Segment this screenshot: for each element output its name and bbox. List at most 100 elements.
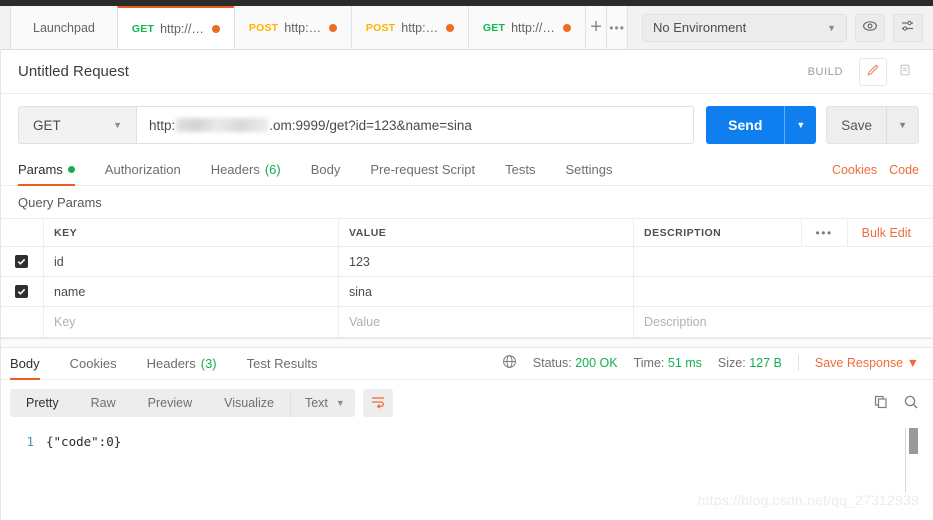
response-body-code[interactable]: 1 {"code":0} xyxy=(0,426,933,504)
row-key-cell[interactable]: id xyxy=(44,247,339,276)
plus-icon: + xyxy=(590,16,602,38)
tab-overflow-button[interactable]: ••• xyxy=(606,6,628,49)
url-input[interactable]: http: .om:9999/get?id=123&name=sina xyxy=(136,106,695,144)
row-description-cell[interactable] xyxy=(634,247,933,276)
globe-icon[interactable] xyxy=(502,354,517,372)
view-mode-visualize[interactable]: Visualize xyxy=(208,389,290,417)
url-suffix: .om:9999/get?id=123&name=sina xyxy=(269,117,472,133)
row-checkbox[interactable] xyxy=(15,285,28,298)
response-tab-body[interactable]: Body xyxy=(10,356,40,380)
response-section-tabs: Body Cookies Headers (3) Test Results St… xyxy=(0,348,933,380)
row-key-value: id xyxy=(54,254,64,269)
response-tab-test-results[interactable]: Test Results xyxy=(247,356,318,379)
tab-pre-request-script[interactable]: Pre-request Script xyxy=(370,162,475,185)
save-dropdown-caret[interactable]: ▼ xyxy=(887,120,918,130)
http-method-label: GET xyxy=(33,117,61,133)
header-checkbox-cell xyxy=(0,219,44,246)
tab-tests[interactable]: Tests xyxy=(505,162,535,185)
tab-4-unsaved-dot xyxy=(562,23,571,32)
header-description-cell: DESCRIPTION ••• Bulk Edit xyxy=(634,219,933,246)
code-scrollbar-track xyxy=(905,428,906,492)
edit-request-button[interactable] xyxy=(859,57,887,86)
meta-divider xyxy=(797,355,799,371)
view-mode-preview[interactable]: Preview xyxy=(132,389,208,417)
search-icon[interactable] xyxy=(903,394,919,413)
http-method-select[interactable]: GET ▼ xyxy=(18,106,136,144)
response-tab-cookies[interactable]: Cookies xyxy=(70,356,117,379)
comments-button[interactable] xyxy=(891,58,919,86)
column-header-value: VALUE xyxy=(349,226,387,239)
tab-body-label: Body xyxy=(310,162,341,177)
tab-params-label: Params xyxy=(18,162,63,177)
table-row-empty[interactable]: Key Value Description xyxy=(0,307,933,337)
row-checkbox-cell[interactable] xyxy=(0,247,44,276)
url-prefix: http: xyxy=(149,117,176,133)
environment-settings-button[interactable] xyxy=(893,13,923,42)
row-description-cell[interactable] xyxy=(634,277,933,306)
table-header-row: KEY VALUE DESCRIPTION ••• Bulk Edit xyxy=(0,219,933,247)
new-tab-button[interactable]: + xyxy=(584,6,607,49)
save-button[interactable]: Save ▼ xyxy=(826,106,919,144)
tab-settings[interactable]: Settings xyxy=(565,162,612,185)
tab-1-label: http://zh... xyxy=(160,21,206,36)
tab-tests-label: Tests xyxy=(505,162,536,177)
send-dropdown-caret[interactable]: ▼ xyxy=(785,120,816,130)
copy-icon[interactable] xyxy=(873,394,889,413)
tab-bar: Launchpad GET http://zh... POST http://z… xyxy=(0,6,933,50)
new-row-value-input[interactable]: Value xyxy=(339,307,634,337)
tab-authorization[interactable]: Authorization xyxy=(105,162,181,185)
row-key-value: name xyxy=(54,284,86,299)
bulk-edit-button[interactable]: Bulk Edit xyxy=(846,219,923,246)
row-value-cell[interactable]: 123 xyxy=(339,247,634,276)
response-toolbar-actions xyxy=(873,394,919,413)
environment-select[interactable]: No Environment ▼ xyxy=(642,13,847,42)
tab-headers[interactable]: Headers (6) xyxy=(211,162,281,185)
code-link[interactable]: Code xyxy=(889,163,919,177)
eye-icon xyxy=(862,18,878,37)
row-key-cell[interactable]: name xyxy=(44,277,339,306)
ellipsis-icon: ••• xyxy=(609,20,625,35)
code-line: 1 {"code":0} xyxy=(0,434,933,449)
code-scrollbar-thumb[interactable] xyxy=(909,428,918,454)
size-label: Size: xyxy=(717,356,746,370)
word-wrap-icon xyxy=(370,395,386,412)
table-options-button[interactable]: ••• xyxy=(800,219,847,246)
send-button[interactable]: Send ▼ xyxy=(706,106,817,144)
tab-params[interactable]: Params xyxy=(18,162,75,186)
content-type-select[interactable]: Text ▼ xyxy=(289,389,355,417)
row-value-value: sina xyxy=(349,284,372,299)
size-value: 127 B xyxy=(749,356,782,370)
table-row[interactable]: name sina xyxy=(0,277,933,307)
response-meta: Status: 200 OK Time: 51 ms Size: 127 B S… xyxy=(502,354,919,379)
view-mode-pretty[interactable]: Pretty xyxy=(10,389,75,417)
content-type-label: Text xyxy=(304,396,328,410)
table-row[interactable]: id 123 xyxy=(0,247,933,277)
chevron-down-icon: ▼ xyxy=(827,22,836,33)
code-line-text: {"code":0} xyxy=(46,434,122,449)
view-mode-raw[interactable]: Raw xyxy=(75,389,132,417)
tab-request-4[interactable]: GET http://zh... xyxy=(467,6,586,49)
chevron-down-icon: ▼ xyxy=(113,120,122,130)
header-value-cell: VALUE xyxy=(339,219,634,246)
tab-request-3[interactable]: POST http://z... xyxy=(350,6,469,49)
tab-launchpad[interactable]: Launchpad xyxy=(10,6,118,49)
size-badge: Size: 127 B xyxy=(718,356,782,370)
word-wrap-button[interactable] xyxy=(362,389,393,417)
row-checkbox-cell[interactable] xyxy=(0,277,44,306)
params-active-dot xyxy=(67,166,75,173)
response-tab-headers[interactable]: Headers (3) xyxy=(147,356,217,379)
new-row-description-input[interactable]: Description xyxy=(634,307,933,337)
row-checkbox-cell-empty xyxy=(0,307,44,337)
new-row-key-input[interactable]: Key xyxy=(44,307,339,337)
status-value: 200 OK xyxy=(575,356,618,370)
tab-request-1[interactable]: GET http://zh... xyxy=(116,6,235,49)
chevron-down-icon: ▼ xyxy=(335,398,345,408)
row-checkbox[interactable] xyxy=(15,255,28,268)
pane-divider[interactable] xyxy=(0,338,933,348)
tab-request-2[interactable]: POST http://z... xyxy=(233,6,352,49)
cookies-link[interactable]: Cookies xyxy=(832,163,877,177)
save-response-button[interactable]: Save Response ▼ xyxy=(815,356,919,370)
environment-quick-look-button[interactable] xyxy=(855,13,885,42)
tab-body[interactable]: Body xyxy=(311,162,341,185)
row-value-cell[interactable]: sina xyxy=(339,277,634,306)
